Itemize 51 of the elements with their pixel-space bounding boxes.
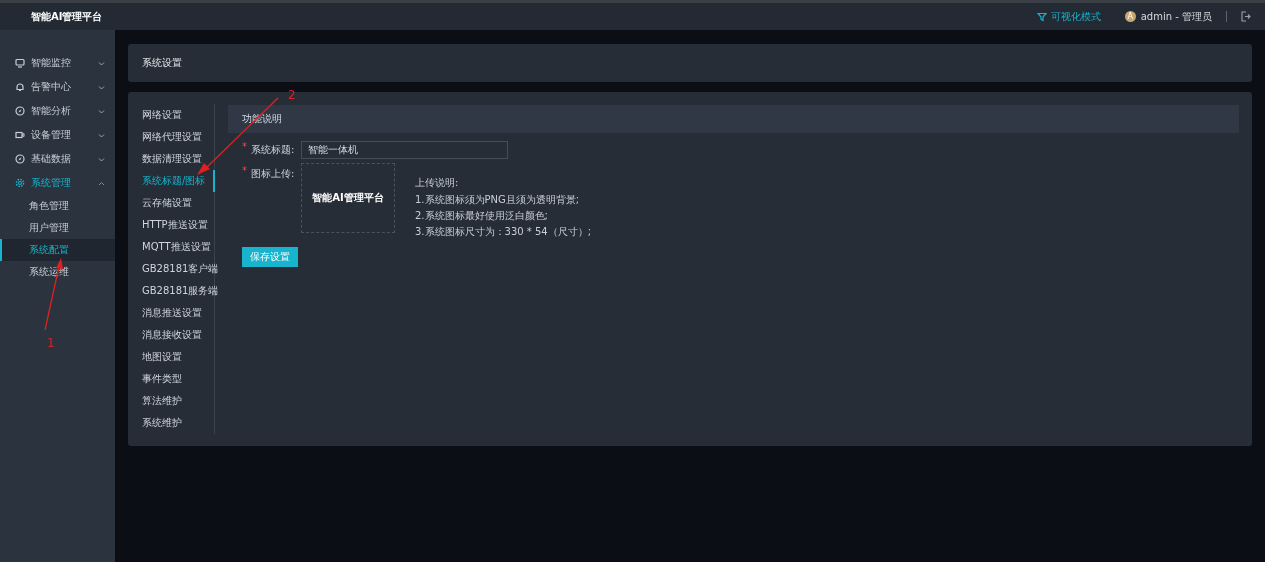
settings-menu-item[interactable]: 云存储设置: [128, 192, 215, 214]
chevron-icon: [98, 155, 105, 163]
sidebar-item[interactable]: 系统管理: [0, 171, 115, 195]
sidebar-item[interactable]: 智能监控: [0, 51, 115, 75]
title-input-field[interactable]: 智能一体机: [301, 141, 508, 159]
chevron-icon: [98, 107, 105, 115]
icon-upload-area[interactable]: 智能AI管理平台: [301, 163, 395, 233]
settings-menu-item[interactable]: HTTP推送设置: [128, 214, 215, 236]
field-label: 系统标题:: [251, 143, 296, 157]
settings-menu-item[interactable]: 消息推送设置: [128, 302, 215, 324]
sidebar-subitem[interactable]: 系统配置: [0, 239, 115, 261]
settings-menu-item[interactable]: 系统维护: [128, 412, 215, 434]
chevron-icon: [98, 83, 105, 91]
user-name: admin - 管理员: [1140, 9, 1212, 24]
logout-icon[interactable]: [1240, 11, 1251, 22]
bell-icon: [15, 82, 25, 92]
funnel-icon: [1036, 11, 1047, 22]
settings-menu-item[interactable]: 消息接收设置: [128, 324, 215, 346]
settings-menu-item[interactable]: 地图设置: [128, 346, 215, 368]
notes-title: 上传说明:: [415, 176, 460, 190]
visual-mode-link[interactable]: 可视化模式: [1036, 9, 1101, 24]
settings-menu-item[interactable]: 网络设置: [128, 104, 215, 126]
settings-menu-item[interactable]: 网络代理设置: [128, 126, 215, 148]
required-mark: *: [242, 165, 247, 176]
annotation-number: 1: [47, 337, 55, 349]
upload-note: 1.系统图标须为PNG且须为透明背景;: [415, 193, 581, 207]
settings-menu-item[interactable]: 事件类型: [128, 368, 215, 390]
sidebar-subitem[interactable]: 角色管理: [0, 195, 115, 217]
chevron-icon: [98, 131, 105, 139]
gear-icon: [15, 178, 25, 188]
sidebar-item[interactable]: 告警中心: [0, 75, 115, 99]
sidebar-item[interactable]: 智能分析: [0, 99, 115, 123]
annotation-number: 2: [288, 89, 296, 101]
settings-menu-item[interactable]: 算法维护: [128, 390, 215, 412]
page-title: 系统设置: [142, 56, 182, 70]
settings-menu-item[interactable]: 数据清理设置: [128, 148, 215, 170]
app-title: 智能AI管理平台: [31, 9, 103, 24]
monitor-icon: [15, 58, 25, 68]
chevron-icon: [98, 59, 105, 67]
compass-icon: [15, 106, 25, 116]
sidebar-item[interactable]: 设备管理: [0, 123, 115, 147]
required-mark: *: [242, 141, 247, 152]
sidebar-subitem[interactable]: 用户管理: [0, 217, 115, 239]
camera-icon: [15, 130, 25, 140]
chevron-icon: [98, 179, 105, 187]
upload-note: 3.系统图标尺寸为：330 * 54（尺寸）;: [415, 225, 592, 239]
compass-icon: [15, 154, 25, 164]
upload-note: 2.系统图标最好使用泛白颜色;: [415, 209, 549, 223]
field-label: 图标上传:: [251, 167, 296, 181]
settings-menu-item[interactable]: MQTT推送设置: [128, 236, 215, 258]
sidebar-item[interactable]: 基础数据: [0, 147, 115, 171]
